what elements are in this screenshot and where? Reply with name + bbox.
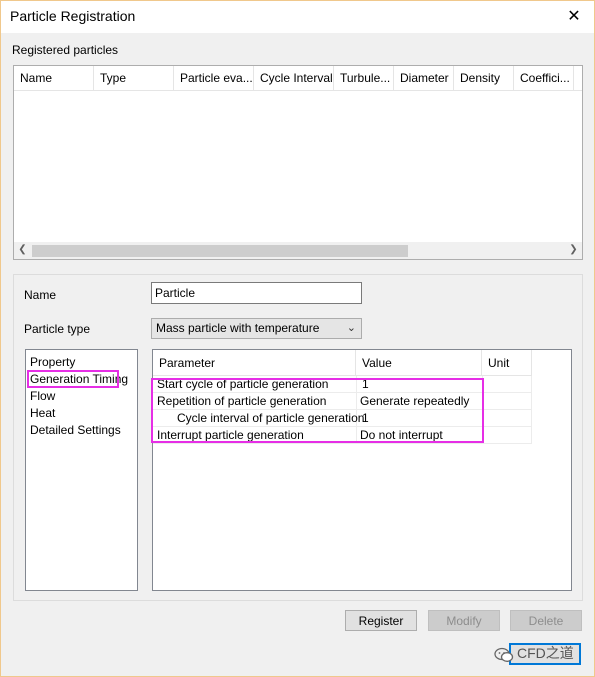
column-header-particle-evaluation[interactable]: Particle eva... [174,66,254,91]
particle-type-select[interactable]: Mass particle with temperature ⌄ [151,318,362,339]
delete-button[interactable]: Delete [510,610,582,631]
registered-particles-label: Registered particles [12,43,119,57]
particle-registration-dialog: Particle Registration ✕ Registered parti… [0,0,595,677]
scroll-left-icon[interactable]: ❮ [14,244,31,255]
grid-divider [531,376,532,444]
chevron-down-icon: ⌄ [346,322,356,334]
column-header-type[interactable]: Type [94,66,174,91]
particle-type-value: Mass particle with temperature [156,321,320,335]
name-input[interactable]: Particle [151,282,362,304]
generation-parameters-highlight [151,378,484,443]
nav-item-heat[interactable]: Heat [30,406,55,421]
list-header: Name Type Particle eva... Cycle Interval… [14,66,582,91]
watermark-text: CFD之道 [517,645,574,661]
column-header-turbulence[interactable]: Turbule... [334,66,394,91]
nav-item-property[interactable]: Property [30,355,75,370]
register-button[interactable]: Register [345,610,417,631]
close-icon[interactable]: ✕ [566,6,582,25]
grid-header-parameter[interactable]: Parameter [153,350,356,376]
nav-item-detailed-settings[interactable]: Detailed Settings [30,423,121,438]
column-header-coefficient[interactable]: Coeffici... [514,66,574,91]
watermark: CFD之道 [494,641,580,665]
name-label: Name [24,288,57,302]
scrollbar-thumb[interactable] [32,245,408,257]
horizontal-scrollbar[interactable]: ❮ ❯ [14,242,582,259]
generation-timing-highlight [27,370,119,388]
column-header-cycle-interval[interactable]: Cycle Interval [254,66,334,91]
nav-item-flow[interactable]: Flow [30,389,55,404]
registered-particles-list[interactable]: Name Type Particle eva... Cycle Interval… [13,65,583,260]
wechat-icon [494,646,514,663]
grid-header-value[interactable]: Value [356,350,482,376]
scroll-right-icon[interactable]: ❯ [565,244,582,255]
title-bar: Particle Registration ✕ [1,1,594,33]
grid-header-unit[interactable]: Unit [482,350,532,376]
column-header-name[interactable]: Name [14,66,94,91]
column-header-density[interactable]: Density [454,66,514,91]
window-title: Particle Registration [10,8,136,24]
particle-type-label: Particle type [24,322,91,336]
column-header-diameter[interactable]: Diameter [394,66,454,91]
modify-button[interactable]: Modify [428,610,500,631]
